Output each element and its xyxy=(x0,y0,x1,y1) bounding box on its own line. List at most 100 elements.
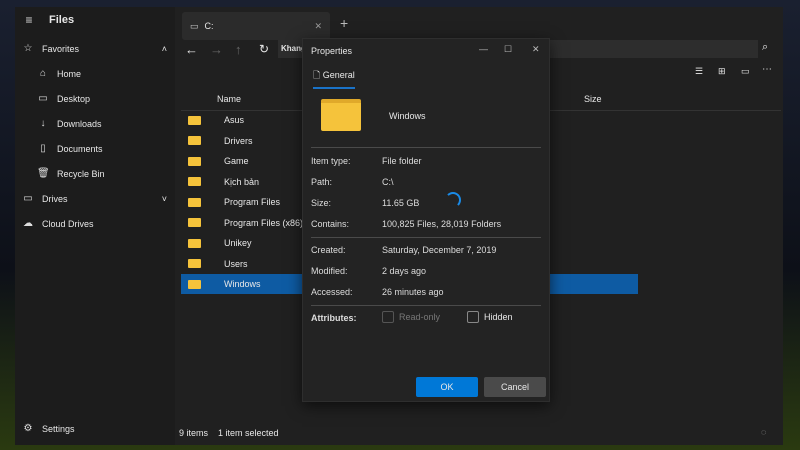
item-name: Asus xyxy=(224,115,245,125)
item-type-value: File folder xyxy=(382,156,422,166)
sidebar-item-label: Recycle Bin xyxy=(57,168,105,179)
path-label: Path: xyxy=(311,177,333,187)
item-name: Users xyxy=(224,258,248,269)
loading-spinner-icon xyxy=(445,192,461,208)
folder-icon xyxy=(188,177,201,186)
readonly-checkbox[interactable] xyxy=(382,311,394,323)
sidebar-item-label: Downloads xyxy=(57,118,102,129)
maximize-button[interactable]: ☐ xyxy=(504,44,512,55)
minimize-button[interactable]: — xyxy=(479,44,488,54)
folder-icon xyxy=(188,279,201,289)
tab-general[interactable]: 🗋 General xyxy=(313,68,355,89)
new-tab-button[interactable]: + xyxy=(340,15,348,31)
more-options-icon[interactable]: ⋯ xyxy=(762,64,772,75)
tab-c[interactable]: ▭ C: ✕ xyxy=(182,12,330,40)
folder-icon xyxy=(188,238,201,248)
status-item-count: 9 items xyxy=(179,428,209,438)
preview-pane-icon[interactable]: ▭ xyxy=(741,66,750,77)
close-tab-icon[interactable]: ✕ xyxy=(314,21,322,32)
item-type-label: Item type: xyxy=(311,156,351,166)
folder-icon xyxy=(188,218,201,227)
folder-icon xyxy=(188,156,201,166)
contains-label: Contains: xyxy=(311,219,350,229)
divider xyxy=(311,147,541,148)
readonly-label: Read-only xyxy=(399,312,441,322)
item-name: Kịch bản xyxy=(224,176,260,187)
hidden-checkbox[interactable] xyxy=(467,311,479,323)
divider xyxy=(311,305,541,306)
sidebar-cloud-drives[interactable]: ☁ Cloud Drives xyxy=(22,218,94,229)
close-button[interactable]: ✕ xyxy=(532,44,540,55)
download-icon: ↓ xyxy=(40,118,46,129)
hamburger-menu-button[interactable]: ≡ Files xyxy=(23,13,74,27)
tab-label: C: xyxy=(204,21,214,31)
created-value: Saturday, December 7, 2019 xyxy=(382,245,497,255)
modified-value: 2 days ago xyxy=(382,266,427,276)
accessed-label: Accessed: xyxy=(311,287,353,297)
item-name: Windows xyxy=(389,111,426,121)
accessed-value: 26 minutes ago xyxy=(382,287,444,297)
path-value: C:\ xyxy=(382,177,394,187)
favorites-label: Favorites xyxy=(42,43,80,54)
refresh-button[interactable]: ↻ xyxy=(259,42,269,56)
back-button[interactable]: ← xyxy=(185,42,198,57)
folder-icon xyxy=(188,197,201,207)
sidebar-drives[interactable]: ▭ Drives ˅ xyxy=(22,193,167,204)
cloud-icon: ☁ xyxy=(23,218,33,229)
sidebar-item-recycle-bin[interactable]: 🗑 Recycle Bin xyxy=(37,168,105,179)
menu-icon: ≡ xyxy=(25,13,33,27)
loading-icon: ◌ xyxy=(761,427,767,437)
star-icon: ☆ xyxy=(23,43,33,54)
column-header-name[interactable]: Name xyxy=(217,94,241,104)
cloud-drives-label: Cloud Drives xyxy=(42,218,94,229)
settings-button[interactable]: ⚙ Settings xyxy=(22,423,75,434)
created-label: Created: xyxy=(311,245,346,255)
size-label: Size: xyxy=(311,198,332,208)
folder-icon xyxy=(188,259,201,268)
hidden-label: Hidden xyxy=(484,312,513,322)
sidebar-item-label: Home xyxy=(57,68,82,79)
chevron-up-icon: ˄ xyxy=(161,43,167,54)
document-icon: ▯ xyxy=(40,143,46,154)
tab-label: General xyxy=(322,70,355,80)
home-icon: ⌂ xyxy=(39,68,47,79)
chevron-down-icon: ˅ xyxy=(161,193,167,204)
column-header-size[interactable]: Size xyxy=(584,94,602,104)
gear-icon: ⚙ xyxy=(23,423,33,434)
folder-icon xyxy=(321,99,361,131)
divider xyxy=(311,237,541,238)
item-name: Unikey xyxy=(224,238,252,248)
up-button[interactable]: ↑ xyxy=(235,42,242,57)
sidebar-item-home[interactable]: ⌂ Home xyxy=(37,68,81,79)
drive-icon: ▭ xyxy=(23,193,33,204)
sidebar-item-downloads[interactable]: ↓ Downloads xyxy=(37,118,102,129)
sidebar-item-label: Desktop xyxy=(57,93,91,104)
sidebar-item-desktop[interactable]: ▭ Desktop xyxy=(37,93,90,104)
contains-value: 100,825 Files, 28,019 Folders xyxy=(382,219,502,229)
item-name: Game xyxy=(224,156,249,166)
attributes-label: Attributes: xyxy=(311,313,357,323)
item-name: Program Files (x86) xyxy=(224,217,304,228)
app-title: Files xyxy=(49,14,75,26)
drive-icon: ▭ xyxy=(190,20,199,31)
status-selected: 1 item selected xyxy=(218,428,279,438)
sidebar-item-documents[interactable]: ▯ Documents xyxy=(37,143,103,154)
ok-button[interactable]: OK xyxy=(416,377,478,397)
recycle-bin-icon: 🗑 xyxy=(37,168,50,179)
sidebar-item-label: Documents xyxy=(57,143,103,154)
size-value: 11.65 GB xyxy=(382,198,420,208)
drives-label: Drives xyxy=(42,193,68,204)
cancel-button[interactable]: Cancel xyxy=(484,377,546,397)
layout-grid-icon[interactable]: ⊞ xyxy=(718,66,726,77)
search-icon[interactable]: ⌕ xyxy=(762,41,768,54)
forward-button[interactable]: → xyxy=(210,42,223,57)
properties-dialog: Properties — ☐ ✕ 🗋 General Windows Item … xyxy=(302,38,550,402)
desktop-icon: ▭ xyxy=(38,93,48,104)
item-name: Windows xyxy=(224,279,261,289)
sidebar: ≡ Files ☆ Favorites ˄ ⌂ Home ▭ Desktop ↓ Downl… xyxy=(15,7,175,445)
dialog-title: Properties xyxy=(311,46,353,56)
sidebar-favorites[interactable]: ☆ Favorites ˄ xyxy=(22,43,167,54)
modified-label: Modified: xyxy=(311,266,348,276)
layout-list-icon[interactable]: ☰ xyxy=(695,66,703,77)
folder-icon xyxy=(188,115,201,125)
